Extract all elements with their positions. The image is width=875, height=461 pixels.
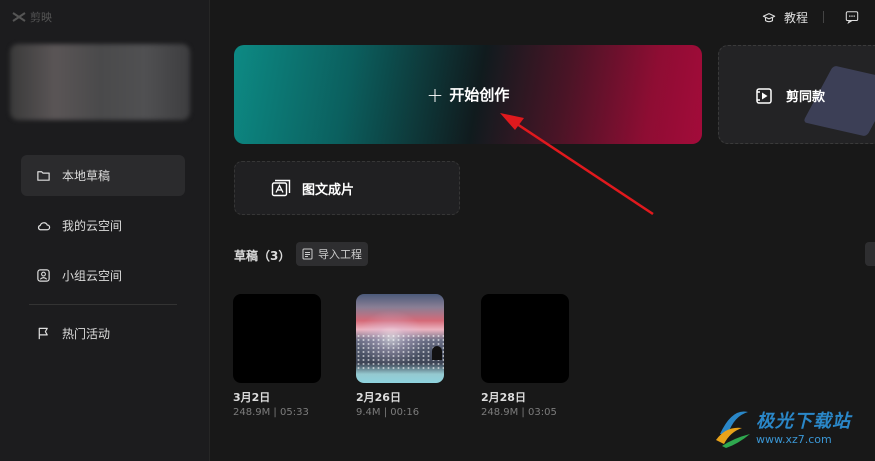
- user-profile-banner[interactable]: [10, 44, 190, 120]
- draft-item[interactable]: 2月26日 9.4M | 00:16: [356, 294, 446, 418]
- watermark-logo-icon: [716, 411, 750, 448]
- template-label: 剪同款: [786, 90, 826, 105]
- watermark: 极光下载站 www.xz7.com: [712, 404, 851, 448]
- start-creation-label: 开始创作: [449, 86, 510, 104]
- draft-date: 2月28日: [481, 391, 526, 404]
- graduation-cap-icon: [762, 12, 776, 22]
- plus-icon: +: [426, 82, 444, 107]
- thumbnail-texture: [356, 334, 444, 370]
- sidebar-item-label: 本地草稿: [62, 169, 111, 183]
- draft-thumbnail: [233, 294, 321, 383]
- draft-item[interactable]: 3月2日 248.9M | 05:33: [233, 294, 323, 418]
- draft-meta: 9.4M | 00:16: [356, 407, 420, 418]
- draft-thumbnail: [356, 294, 444, 383]
- draft-date: 3月2日: [233, 391, 271, 404]
- watermark-name: 极光下载站: [756, 410, 851, 432]
- sidebar: 剪映 本地草稿 我的云空间 小组云空间 热门活动: [0, 0, 210, 461]
- image-to-video-button[interactable]: 图文成片: [234, 161, 460, 215]
- thumbnail-silhouette: [432, 345, 442, 360]
- cloud-icon: [37, 222, 51, 231]
- message-icon[interactable]: [845, 10, 859, 24]
- draft-item[interactable]: 2月28日 248.9M | 03:05: [481, 294, 571, 418]
- sidebar-item-label: 小组云空间: [62, 269, 123, 283]
- sidebar-item-label: 我的云空间: [62, 219, 123, 233]
- sidebar-item-label: 热门活动: [62, 327, 111, 341]
- image-to-video-label: 图文成片: [302, 182, 355, 198]
- folder-icon: [37, 171, 50, 181]
- watermark-url: www.xz7.com: [756, 432, 832, 446]
- draft-meta: 248.9M | 03:05: [481, 407, 557, 418]
- drafts-title: 草稿（3）: [234, 249, 291, 263]
- start-creation-button[interactable]: + 开始创作: [234, 45, 702, 144]
- import-project-label: 导入工程: [318, 248, 362, 261]
- file-import-icon: [302, 248, 313, 260]
- tutorial-label: 教程: [784, 11, 809, 25]
- draft-meta: 248.9M | 05:33: [233, 407, 309, 418]
- template-icon: [756, 87, 772, 104]
- import-project-button[interactable]: 导入工程: [296, 242, 368, 266]
- group-cloud-icon: [37, 269, 50, 282]
- tutorial-button[interactable]: 教程: [762, 9, 808, 26]
- app-logo: 剪映: [12, 9, 52, 25]
- template-button[interactable]: 剪同款: [718, 45, 875, 144]
- topbar-separator: [823, 11, 824, 23]
- sidebar-item-local-drafts[interactable]: 本地草稿: [21, 155, 185, 196]
- flag-icon: [38, 327, 48, 340]
- text-image-icon: [271, 179, 291, 197]
- app-name: 剪映: [30, 11, 52, 24]
- capcut-logo-icon: [12, 12, 26, 22]
- sidebar-item-hot-events[interactable]: 热门活动: [21, 313, 185, 354]
- draft-date: 2月26日: [356, 391, 401, 404]
- search-drafts-button[interactable]: [865, 242, 875, 266]
- sidebar-divider: [29, 304, 177, 305]
- sidebar-item-my-cloud[interactable]: 我的云空间: [21, 205, 185, 246]
- draft-thumbnail: [481, 294, 569, 383]
- sidebar-item-group-cloud[interactable]: 小组云空间: [21, 255, 185, 296]
